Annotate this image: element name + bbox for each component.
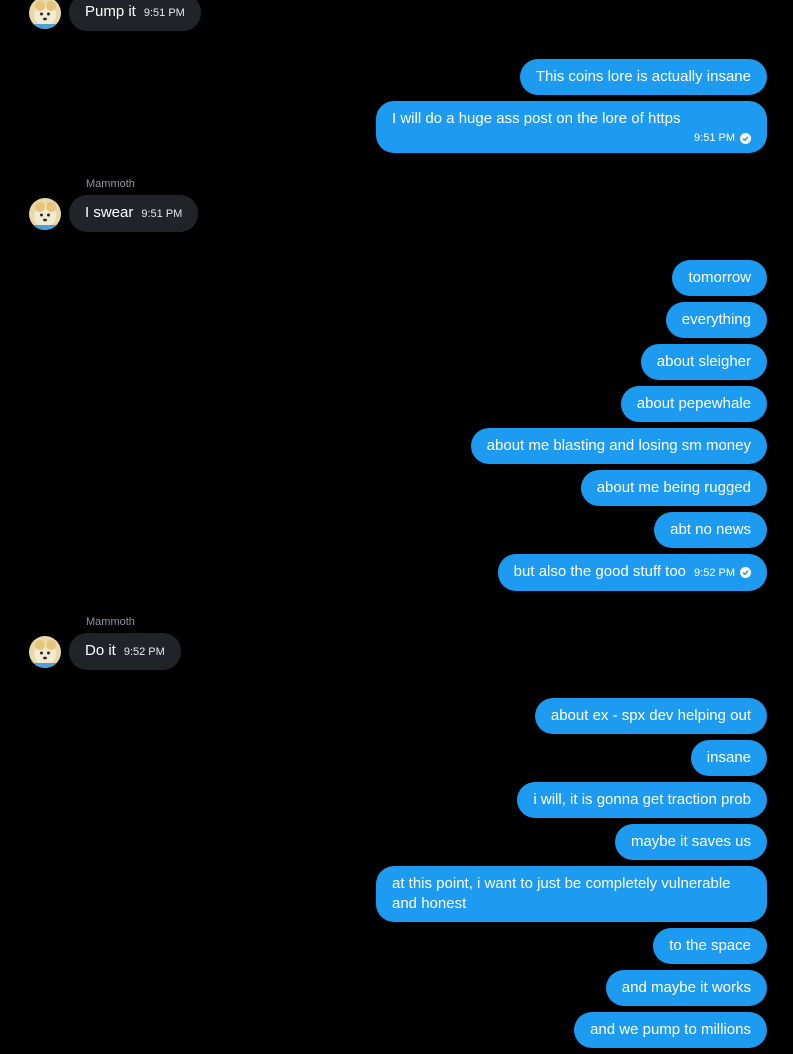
outgoing-message-row: maybe it saves us — [0, 824, 793, 860]
message-text: about pepewhale — [636, 395, 751, 412]
message-bubble[interactable]: and we pump to millions — [574, 1012, 767, 1048]
message-text: about ex - spx dev helping out — [550, 707, 751, 724]
outgoing-message-row: I will do a huge ass post on the lore of… — [0, 101, 793, 153]
message-text: about sleigher — [656, 353, 751, 370]
message-bubble[interactable]: to the space — [653, 928, 767, 964]
outgoing-message-row: about me being rugged — [0, 470, 793, 506]
outgoing-message-row: and maybe it works — [0, 970, 793, 1006]
message-bubble[interactable]: about sleigher — [640, 344, 767, 380]
message-bubble[interactable]: about me blasting and losing sm money — [470, 428, 767, 464]
checkmark-icon — [740, 566, 751, 578]
message-text: I swear — [85, 204, 134, 221]
incoming-message-row: Pump it 9:51 PM — [0, 0, 793, 31]
message-bubble[interactable]: This coins lore is actually insane — [519, 59, 767, 95]
message-text: abt no news — [670, 521, 751, 538]
message-text: insane — [706, 749, 751, 766]
message-text: everything — [681, 311, 751, 328]
incoming-message-row: Do it 9:52 PM — [0, 633, 793, 670]
message-bubble[interactable]: about pepewhale — [620, 386, 767, 422]
incoming-message-row: I swear 9:51 PM — [0, 195, 793, 232]
message-text: and maybe it works — [621, 979, 751, 996]
message-time: 9:52 PM — [694, 567, 735, 579]
checkmark-icon — [740, 132, 751, 144]
sender-name: Mammoth — [86, 616, 135, 628]
outgoing-message-row: about sleigher — [0, 344, 793, 380]
message-bubble[interactable]: but also the good stuff too 9:52 PM — [497, 554, 767, 591]
message-time: 9:51 PM — [141, 208, 183, 220]
message-text: I will do a huge ass post on the lore of… — [392, 110, 681, 127]
outgoing-message-row: abt no news — [0, 512, 793, 548]
message-bubble[interactable]: at this point, i want to just be complet… — [376, 866, 767, 922]
message-bubble[interactable]: abt no news — [654, 512, 767, 548]
outgoing-message-row: but also the good stuff too 9:52 PM — [0, 554, 793, 591]
outgoing-message-row: everything — [0, 302, 793, 338]
message-text: to the space — [669, 937, 751, 954]
message-bubble[interactable]: and maybe it works — [605, 970, 767, 1006]
message-bubble[interactable]: about me being rugged — [580, 470, 767, 506]
message-text: at this point, i want to just be complet… — [392, 875, 731, 912]
message-text: This coins lore is actually insane — [535, 68, 751, 85]
avatar-icon[interactable] — [29, 197, 61, 230]
message-time: 9:52 PM — [123, 646, 165, 658]
message-text: and we pump to millions — [590, 1021, 751, 1038]
outgoing-message-row: This coins lore is actually insane — [0, 59, 793, 95]
message-time: 9:51 PM — [143, 7, 185, 19]
avatar-icon[interactable] — [29, 0, 61, 29]
outgoing-message-row: about ex - spx dev helping out — [0, 698, 793, 734]
message-bubble[interactable]: Pump it 9:51 PM — [69, 0, 201, 31]
outgoing-message-row: insane — [0, 740, 793, 776]
sender-name: Mammoth — [86, 178, 135, 190]
message-text: about me being rugged — [596, 479, 751, 496]
message-bubble[interactable]: i will, it is gonna get traction prob — [517, 782, 767, 818]
message-thread: Pump it 9:51 PM This coins lore is actual… — [0, 0, 793, 1054]
outgoing-message-row: i will, it is gonna get traction prob — [0, 782, 793, 818]
message-text: about me blasting and losing sm money — [486, 437, 751, 454]
outgoing-message-row: about pepewhale — [0, 386, 793, 422]
message-bubble[interactable]: I swear 9:51 PM — [69, 195, 199, 232]
message-text: but also the good stuff too — [513, 563, 687, 580]
message-bubble[interactable]: I will do a huge ass post on the lore of… — [376, 101, 767, 153]
message-text: maybe it saves us — [630, 833, 751, 850]
outgoing-message-row: at this point, i want to just be complet… — [0, 866, 793, 922]
message-text: tomorrow — [688, 269, 751, 286]
message-bubble[interactable]: maybe it saves us — [614, 824, 767, 860]
message-bubble[interactable]: Do it 9:52 PM — [69, 633, 181, 670]
outgoing-message-row: tomorrow — [0, 260, 793, 296]
message-text: Do it — [85, 642, 116, 659]
avatar-icon[interactable] — [29, 635, 61, 668]
message-bubble[interactable]: tomorrow — [672, 260, 767, 296]
outgoing-message-row: and we pump to millions — [0, 1012, 793, 1048]
message-bubble[interactable]: everything — [665, 302, 767, 338]
message-bubble[interactable]: insane — [690, 740, 767, 776]
message-bubble[interactable]: about ex - spx dev helping out — [534, 698, 767, 734]
outgoing-message-row: about me blasting and losing sm money — [0, 428, 793, 464]
message-time: 9:51 PM — [694, 132, 735, 144]
message-text: Pump it — [85, 3, 136, 20]
message-text: i will, it is gonna get traction prob — [533, 791, 751, 808]
outgoing-message-row: to the space — [0, 928, 793, 964]
